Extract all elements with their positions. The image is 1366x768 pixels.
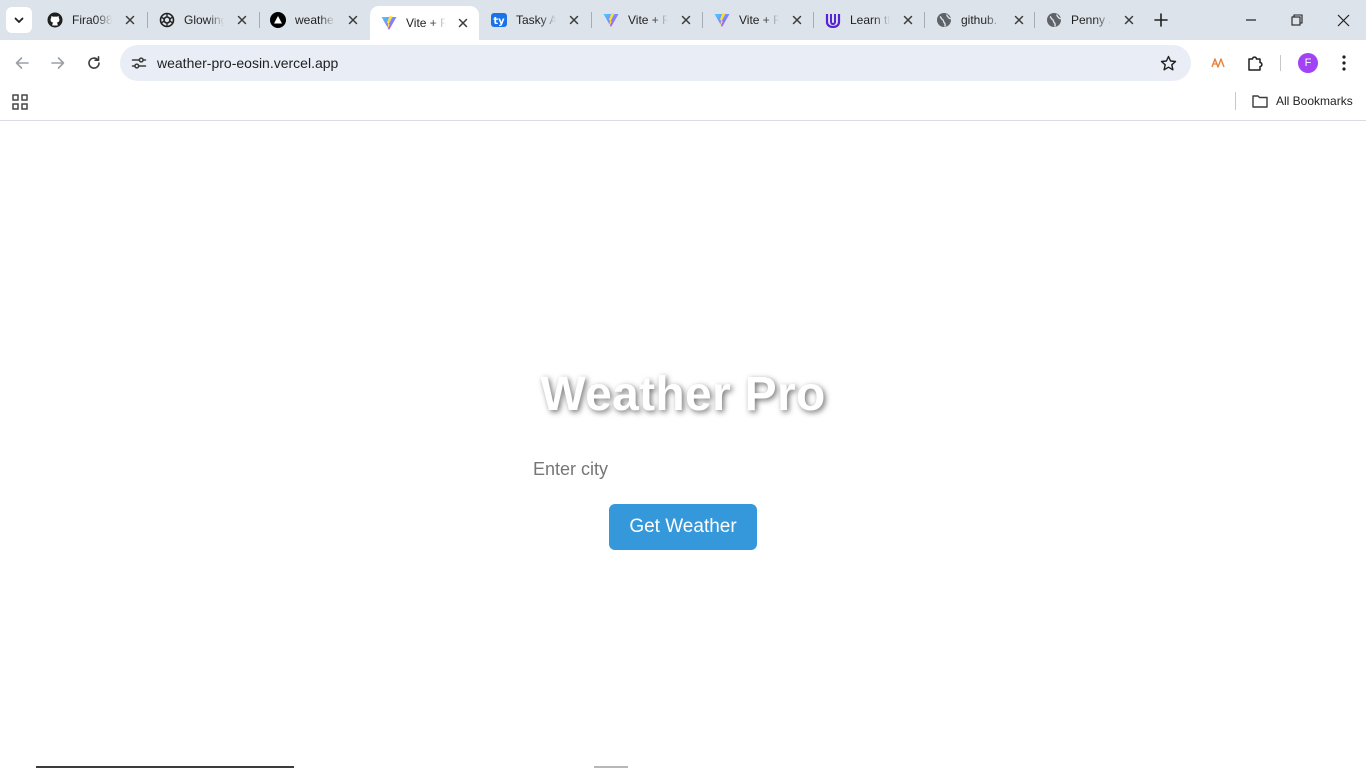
close-icon[interactable] (1121, 12, 1137, 28)
browser-menu-icon[interactable] (1332, 51, 1356, 75)
tab-weather[interactable]: weather (259, 0, 369, 40)
browser-toolbar: weather-pro-eosin.vercel.app F (0, 40, 1366, 86)
tab-title: Glowing (184, 13, 224, 27)
tab-title: github. (961, 13, 998, 27)
tab-title: weather (295, 13, 335, 27)
close-icon[interactable] (900, 12, 916, 28)
browser-window: Fira098 Glowing weather Vite + R ty Task… (0, 0, 1366, 768)
toolbar-divider (1280, 55, 1281, 71)
plus-icon (1154, 13, 1168, 27)
close-icon[interactable] (1011, 12, 1027, 28)
tab-title: Vite + R (406, 16, 446, 30)
tab-title: Fira098 (72, 13, 112, 27)
profile-avatar[interactable]: F (1298, 53, 1318, 73)
tab-search-button[interactable] (6, 7, 32, 33)
tab-vite-3[interactable]: Vite + R (703, 0, 813, 40)
openai-icon (159, 12, 175, 28)
forward-button[interactable] (43, 48, 73, 78)
udemy-icon (825, 12, 841, 28)
minimize-icon (1246, 19, 1256, 21)
back-button[interactable] (7, 48, 37, 78)
tasky-icon: ty (491, 12, 507, 28)
svg-text:ty: ty (493, 16, 505, 27)
tab-vite-2[interactable]: Vite + R (592, 0, 702, 40)
globe-icon (1046, 12, 1062, 28)
tab-title: Vite + R (628, 13, 668, 27)
chevron-down-icon (14, 17, 24, 23)
all-bookmarks-button[interactable]: All Bookmarks (1251, 90, 1353, 112)
extension-icon[interactable] (1206, 51, 1230, 75)
tab-vite-active[interactable]: Vite + R (370, 6, 479, 40)
close-icon[interactable] (122, 12, 138, 28)
restore-icon (1291, 14, 1303, 26)
page-content: Weather Pro Get Weather (0, 121, 1366, 768)
close-icon[interactable] (455, 15, 471, 31)
tab-learn[interactable]: Learn th (814, 0, 924, 40)
reload-button[interactable] (79, 48, 109, 78)
tab-title: Learn th (850, 13, 890, 27)
city-input[interactable] (523, 449, 843, 489)
vite-icon (381, 15, 397, 31)
tab-title: Vite + R (739, 13, 779, 27)
close-icon[interactable] (789, 12, 805, 28)
site-settings-icon[interactable] (128, 52, 150, 74)
tab-github-link[interactable]: github. (925, 0, 1035, 40)
get-weather-button[interactable]: Get Weather (609, 504, 757, 550)
tab-fira098[interactable]: Fira098 (36, 0, 146, 40)
reload-icon (88, 56, 100, 69)
tab-strip: Fira098 Glowing weather Vite + R ty Task… (0, 0, 1366, 40)
bookmarks-divider (1235, 92, 1236, 110)
vite-icon (714, 12, 730, 28)
restore-button[interactable] (1274, 0, 1320, 40)
close-icon (1337, 14, 1349, 26)
extensions-puzzle-icon[interactable] (1243, 51, 1267, 75)
bookmarks-bar: All Bookmarks (0, 86, 1366, 121)
close-window-button[interactable] (1320, 0, 1366, 40)
globe-icon (936, 12, 952, 28)
tab-tasky[interactable]: ty Tasky A (480, 0, 590, 40)
github-icon (47, 12, 63, 28)
vercel-icon (270, 12, 286, 28)
url-text[interactable]: weather-pro-eosin.vercel.app (157, 55, 338, 71)
tab-title: Tasky A (516, 13, 556, 27)
tab-title: Penny J (1071, 13, 1111, 27)
vite-icon (603, 12, 619, 28)
close-icon[interactable] (234, 12, 250, 28)
minimize-button[interactable] (1228, 0, 1274, 40)
tab-penny[interactable]: Penny J (1035, 0, 1145, 40)
new-tab-button[interactable] (1150, 9, 1172, 31)
close-icon[interactable] (678, 12, 694, 28)
tab-glowing[interactable]: Glowing (148, 0, 258, 40)
close-icon[interactable] (345, 12, 361, 28)
bookmark-star-icon[interactable] (1157, 52, 1179, 74)
close-icon[interactable] (566, 12, 582, 28)
app-title: Weather Pro (540, 368, 826, 421)
arrow-left-icon (15, 57, 29, 69)
apps-grid-icon[interactable] (10, 92, 30, 112)
folder-icon (1251, 93, 1269, 109)
all-bookmarks-label: All Bookmarks (1276, 94, 1353, 108)
arrow-right-icon (51, 57, 65, 69)
address-bar[interactable]: weather-pro-eosin.vercel.app (120, 45, 1191, 81)
